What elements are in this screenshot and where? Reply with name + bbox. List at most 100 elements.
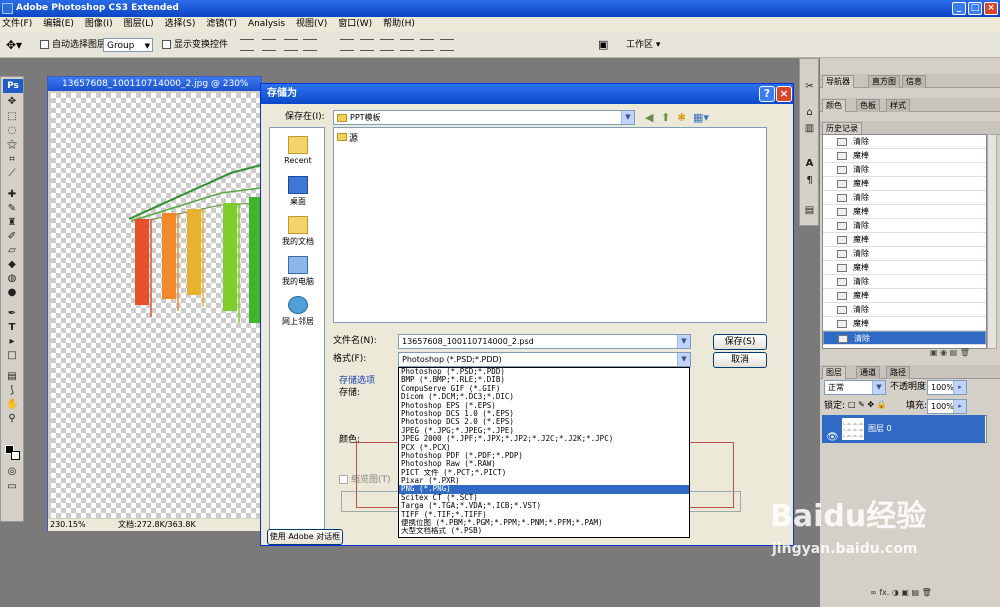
bucket-icon[interactable]: ◆ (6, 260, 18, 270)
pen-icon[interactable]: ✒ (6, 309, 18, 319)
distribute-left-icon[interactable] (400, 39, 414, 51)
menu-item[interactable]: 图层(L) (124, 17, 154, 32)
folder-item[interactable]: 源 (337, 131, 358, 144)
align-vcenter-icon[interactable] (262, 39, 276, 51)
type-icon[interactable]: T (6, 323, 18, 333)
dodge-icon[interactable]: ● (6, 288, 18, 298)
workspace-button[interactable]: 工作区 ▾ (626, 38, 660, 52)
distribute-vcenter-icon[interactable] (360, 39, 374, 51)
move-tool-icon[interactable]: ✥▾ (6, 38, 22, 52)
eyedropper-icon[interactable]: ⟆ (6, 386, 18, 396)
shape-icon[interactable]: □ (6, 351, 18, 361)
history-panel-buttons[interactable]: ▣ ◉ ▤ 🗑 (930, 348, 990, 360)
character-icon[interactable]: A (803, 158, 816, 170)
blend-mode-dropdown[interactable]: 正常 ▼ (824, 380, 886, 395)
save-button[interactable]: 保存(S) (713, 334, 767, 350)
layers-panel-buttons[interactable]: ∞ fx. ◑ ▣ ▤ 🗑 (870, 588, 990, 602)
blur-icon[interactable]: ◍ (6, 274, 18, 284)
dialog-close-button[interactable]: × (776, 86, 792, 102)
eraser-icon[interactable]: ▱ (6, 246, 18, 256)
history-item[interactable]: 清除 (823, 191, 986, 205)
fill-input[interactable]: 100% ▸ (927, 399, 967, 414)
view-menu-icon[interactable]: ▦▾ (693, 111, 709, 124)
back-icon[interactable]: ◀ (645, 111, 653, 124)
format-option[interactable]: 大型文档格式 (*.PSB) (399, 527, 689, 535)
format-option[interactable]: PCX (*.PCX) (399, 444, 689, 452)
history-item[interactable]: 魔棒 (823, 317, 986, 331)
format-option[interactable]: Scitex CT (*.SCT) (399, 494, 689, 502)
format-option[interactable]: Photoshop PDF (*.PDF;*.PDP) (399, 452, 689, 460)
cancel-button[interactable]: 取消 (713, 352, 767, 368)
format-option[interactable]: 便携位图 (*.PBM;*.PGM;*.PPM;*.PNM;*.PFM;*.PA… (399, 519, 689, 527)
healing-icon[interactable]: ✚ (6, 190, 18, 200)
place-desktop[interactable]: 桌面 (270, 176, 326, 207)
place-my-documents[interactable]: 我的文档 (270, 216, 326, 247)
tab-info[interactable]: 信息 (902, 75, 926, 88)
place-recent[interactable]: Recent (270, 136, 326, 165)
format-option[interactable]: Photoshop DCS 2.0 (*.EPS) (399, 418, 689, 426)
menu-item[interactable]: 帮助(H) (383, 17, 415, 32)
tool-presets-icon[interactable]: ✂ (803, 81, 816, 93)
document-title-bar[interactable]: 13657608_100110714000_2.jpg @ 230% (48, 77, 261, 91)
history-item[interactable]: 清除 (823, 303, 986, 317)
zoom-icon[interactable]: ⚲ (6, 414, 18, 424)
history-item[interactable]: 清除 (823, 331, 986, 345)
history-item[interactable]: 魔棒 (823, 261, 986, 275)
tab-channels[interactable]: 通道 (856, 366, 880, 379)
format-dropdown[interactable]: Photoshop (*.PSD;*.PDD) ▼ (398, 352, 691, 367)
history-brush-icon[interactable]: ✐ (6, 232, 18, 242)
layer-comps-icon[interactable]: ▤ (803, 205, 816, 217)
marquee-icon[interactable]: ⬚ (6, 112, 18, 122)
format-option[interactable]: BMP (*.BMP;*.RLE;*.DIB) (399, 376, 689, 384)
history-item[interactable]: 魔棒 (823, 233, 986, 247)
distribute-top-icon[interactable] (340, 39, 354, 51)
history-item[interactable]: 清除 (823, 163, 986, 177)
format-option[interactable]: JPEG (*.JPG;*.JPEG;*.JPE) (399, 427, 689, 435)
menu-item[interactable]: 选择(S) (165, 17, 196, 32)
history-item[interactable]: 清除 (823, 219, 986, 233)
history-item[interactable]: 清除 (823, 275, 986, 289)
opacity-input[interactable]: 100% ▸ (927, 380, 967, 395)
screen-mode-icon[interactable]: ▭ (6, 482, 18, 492)
history-item[interactable]: 魔棒 (823, 149, 986, 163)
history-list[interactable]: 清除 魔棒 清除 魔棒 清除 魔棒 清除 魔棒 清除 魔棒 清除 魔棒 清除 魔棒 清除 (822, 134, 987, 349)
up-folder-icon[interactable]: ⬆ (661, 111, 670, 124)
menu-item[interactable]: 窗口(W) (338, 17, 372, 32)
minimize-button[interactable]: _ (952, 2, 966, 15)
lasso-icon[interactable]: ◌ (6, 126, 18, 136)
clone-source-icon[interactable]: ▥ (803, 123, 816, 135)
stamp-icon[interactable]: ♜ (6, 218, 18, 228)
save-in-dropdown[interactable]: PPT模板 ▼ (333, 110, 635, 125)
menu-item[interactable]: Analysis (248, 17, 285, 32)
use-adobe-dialog-button[interactable]: 使用 Adobe 对话框 (267, 529, 343, 545)
history-scrollbar[interactable] (987, 134, 997, 349)
format-dropdown-list[interactable]: Photoshop (*.PSD;*.PDD) BMP (*.BMP;*.RLE;… (398, 367, 690, 538)
format-option[interactable]: PICT 文件 (*.PCT;*.PICT) (399, 469, 689, 477)
tab-styles[interactable]: 样式 (886, 99, 910, 112)
menu-item[interactable]: 文件(F) (2, 17, 32, 32)
move-icon[interactable]: ✥ (6, 97, 18, 107)
help-button[interactable]: ? (759, 86, 775, 102)
quick-mask-icon[interactable]: ◎ (6, 467, 18, 477)
close-button[interactable]: × (984, 2, 998, 15)
distribute-hcenter-icon[interactable] (420, 39, 434, 51)
auto-select-dropdown[interactable]: Group ▼ (103, 38, 153, 52)
file-list[interactable]: 源 (333, 127, 767, 323)
format-option[interactable]: PNG (*.PNG) (399, 485, 689, 494)
menu-item[interactable]: 图像(I) (85, 17, 113, 32)
tab-histogram[interactable]: 直方图 (868, 75, 900, 88)
place-network[interactable]: 网上邻居 (270, 296, 326, 327)
eye-icon[interactable]: 👁 (826, 424, 839, 452)
tab-swatches[interactable]: 色板 (856, 99, 880, 112)
zoom-level[interactable]: 230.15% (50, 519, 86, 531)
menu-item[interactable]: 视图(V) (296, 17, 327, 32)
align-bottom-icon[interactable] (284, 39, 298, 51)
maximize-button[interactable]: □ (968, 2, 982, 15)
format-option[interactable]: Photoshop (*.PSD;*.PDD) (399, 368, 689, 376)
background-color-swatch[interactable] (11, 451, 20, 460)
format-option[interactable]: Photoshop DCS 1.0 (*.EPS) (399, 410, 689, 418)
tab-color[interactable]: 颜色 (822, 99, 846, 112)
history-item[interactable]: 清除 (823, 135, 986, 149)
filename-input[interactable]: 13657608_100110714000_2.psd ▼ (398, 334, 691, 349)
align-top-icon[interactable] (240, 39, 254, 51)
